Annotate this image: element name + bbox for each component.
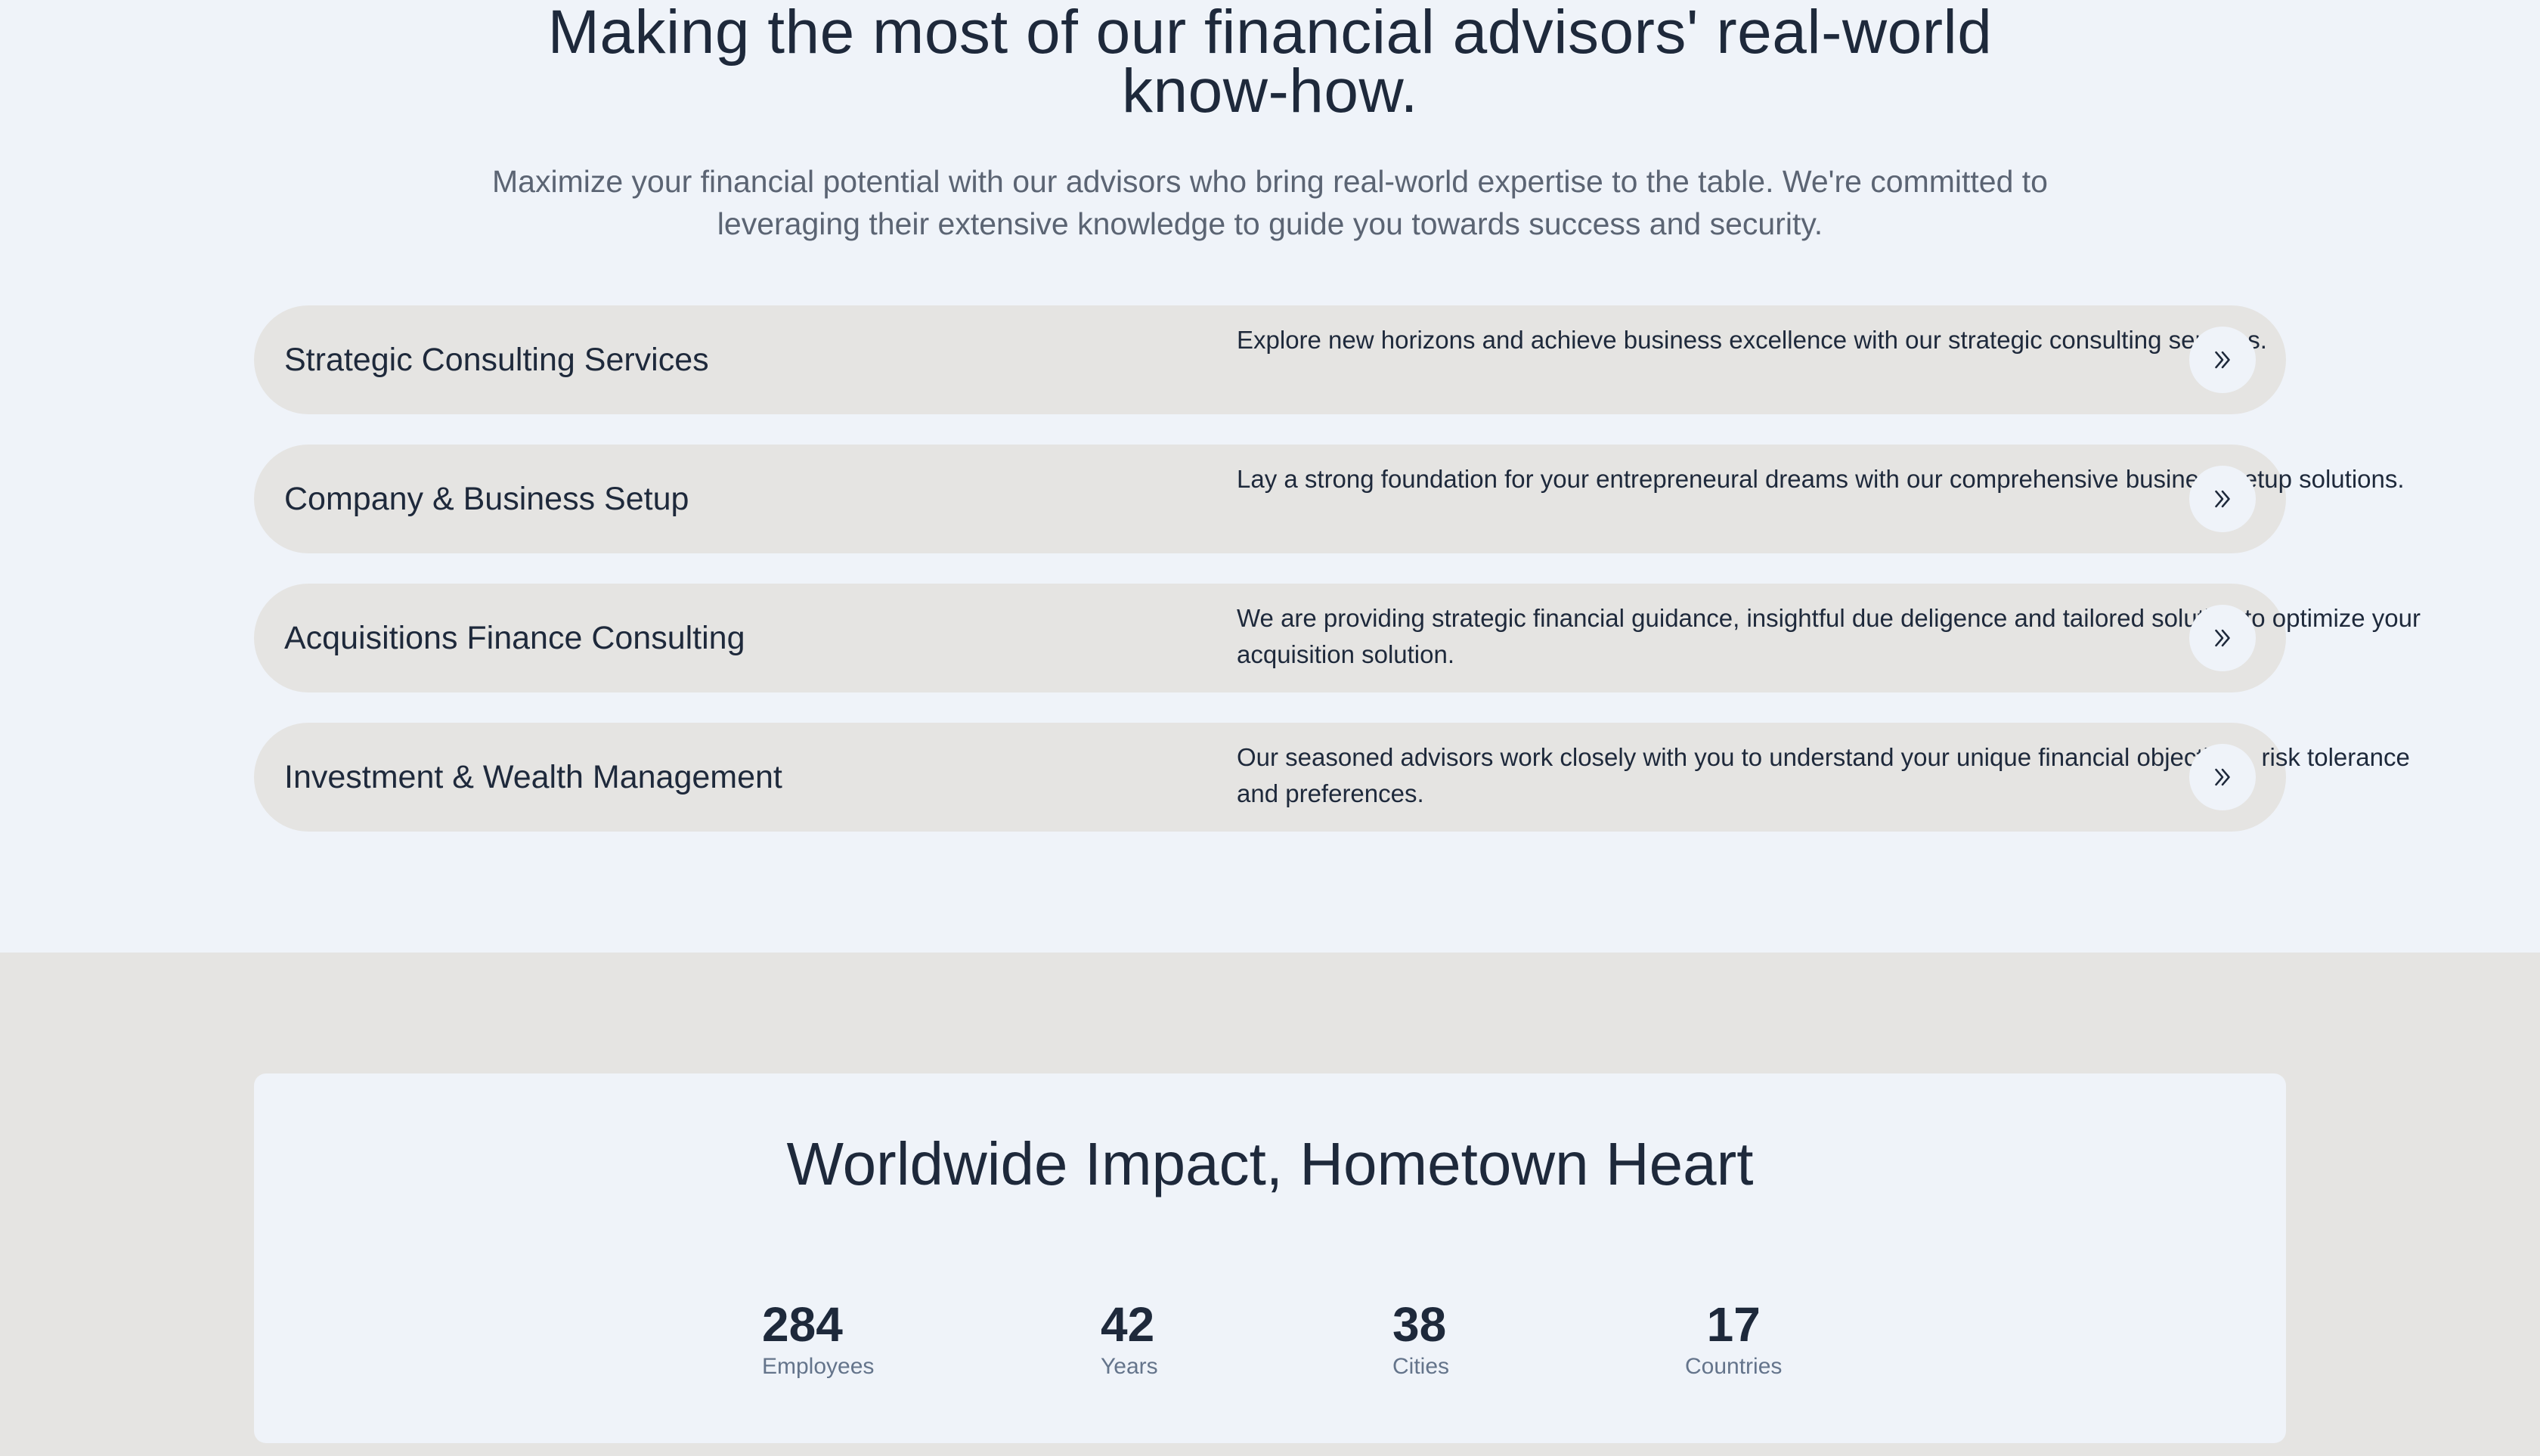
stat-label: Years <box>1101 1354 1158 1379</box>
service-open-button[interactable] <box>2189 605 2256 671</box>
stat-years: 42 Years <box>1101 1299 1158 1380</box>
service-description: Explore new horizons and achieve busines… <box>1237 326 2267 354</box>
section-subheading: Maximize your financial potential with o… <box>492 164 2048 241</box>
impact-section: Worldwide Impact, Hometown Heart <box>0 953 2540 1456</box>
stat-value: 42 <box>1101 1297 1155 1352</box>
service-row-acquisitions-finance[interactable]: Acquisitions Finance Consulting We are p… <box>254 584 2421 692</box>
service-description: Our seasoned advisors work closely with … <box>1237 743 2410 807</box>
service-row-business-setup[interactable]: Company & Business Setup Lay a strong fo… <box>254 445 2405 553</box>
service-title: Strategic Consulting Services <box>284 342 709 378</box>
service-row-strategic-consulting[interactable]: Strategic Consulting Services Explore ne… <box>254 305 2286 414</box>
stat-label: Countries <box>1685 1354 1783 1379</box>
stat-value: 17 <box>1706 1297 1761 1352</box>
stat-cities: 38 Cities <box>1392 1299 1449 1380</box>
service-description: We are providing strategic financial gui… <box>1237 604 2421 668</box>
service-open-button[interactable] <box>2189 466 2256 532</box>
service-row-investment-wealth[interactable]: Investment & Wealth Management Our seaso… <box>254 723 2410 832</box>
section-heading: Making the most of our financial advisor… <box>547 0 1993 125</box>
service-title: Acquisitions Finance Consulting <box>284 620 745 656</box>
stat-label: Employees <box>762 1354 875 1379</box>
service-open-button[interactable] <box>2189 744 2256 810</box>
services-section: Making the most of our financial advisor… <box>0 0 2540 953</box>
stat-employees: 284 Employees <box>762 1299 874 1380</box>
double-chevron-right-icon <box>2215 768 2230 786</box>
impact-card: Worldwide Impact, Hometown Heart <box>254 1073 2286 1443</box>
service-title: Investment & Wealth Management <box>284 759 782 795</box>
stat-label: Cities <box>1392 1354 1450 1379</box>
impact-title: Worldwide Impact, Hometown Heart <box>786 1130 1754 1197</box>
service-list: Strategic Consulting Services Explore ne… <box>254 305 2421 862</box>
service-description: Lay a strong foundation for your entrepr… <box>1237 465 2405 493</box>
service-title: Company & Business Setup <box>284 481 689 517</box>
double-chevron-right-icon <box>2215 351 2230 369</box>
stat-value: 284 <box>762 1297 843 1352</box>
stat-countries: 17 Countries <box>1685 1299 1782 1380</box>
stat-value: 38 <box>1392 1297 1447 1352</box>
double-chevron-right-icon <box>2215 629 2230 647</box>
double-chevron-right-icon <box>2215 490 2230 508</box>
service-open-button[interactable] <box>2189 327 2256 393</box>
